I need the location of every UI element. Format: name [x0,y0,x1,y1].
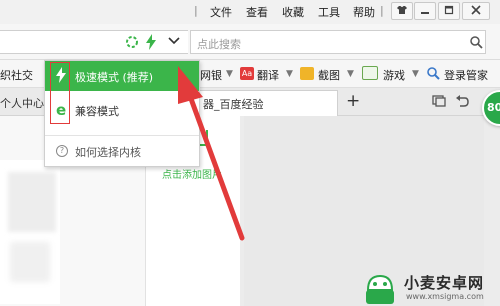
annotation-arrow [178,66,245,241]
watermark-url: www.xmsigma.com [406,292,484,301]
watermark-brand: 小麦安卓网 [404,274,485,292]
arrow-shaft [187,93,245,241]
watermark-logo-icon [362,270,398,306]
arrow-head [178,66,203,104]
